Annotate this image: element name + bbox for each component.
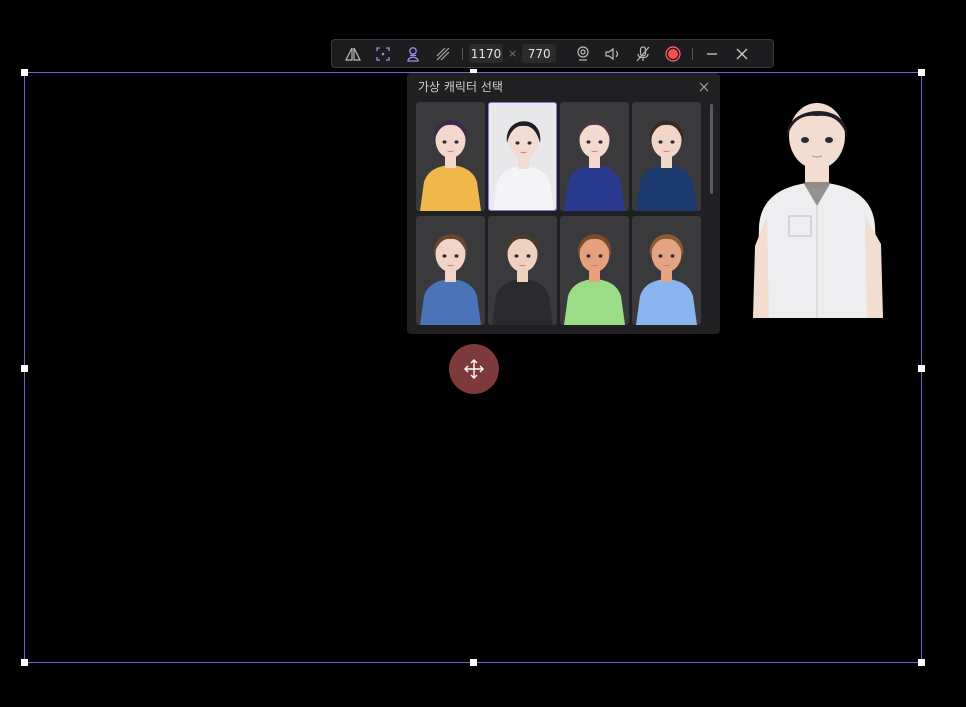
region-button[interactable] xyxy=(368,39,398,68)
resize-handle-top-right[interactable] xyxy=(918,69,925,76)
panel-title: 가상 캐릭터 선택 xyxy=(418,80,503,94)
close-button[interactable] xyxy=(727,39,757,68)
move-button[interactable] xyxy=(449,344,499,394)
close-icon xyxy=(736,48,748,59)
speaker-button[interactable] xyxy=(598,39,628,68)
character-tile-7[interactable] xyxy=(560,216,629,325)
capture-toolbar: 1170 × 770 xyxy=(331,39,774,68)
virtual-character-panel: 가상 캐릭터 선택 xyxy=(407,73,720,334)
character-avatar-icon xyxy=(564,120,625,211)
move-arrows-icon xyxy=(464,359,484,379)
character-avatar-icon xyxy=(564,234,625,325)
resize-handle-bottom[interactable] xyxy=(470,659,477,666)
resize-handle-right[interactable] xyxy=(918,365,925,372)
toolbar-divider xyxy=(462,47,463,60)
minimize-button[interactable] xyxy=(697,39,727,68)
resize-handle-bottom-right[interactable] xyxy=(918,659,925,666)
region-icon xyxy=(376,46,390,61)
character-avatar-icon xyxy=(492,234,553,325)
character-avatar-icon xyxy=(420,234,481,325)
width-input[interactable]: 1170 xyxy=(469,44,503,63)
minimize-icon xyxy=(707,52,718,55)
toolbar-divider xyxy=(692,47,694,60)
height-input[interactable]: 770 xyxy=(522,44,557,63)
resize-handle-top-left[interactable] xyxy=(21,69,28,76)
character-avatar-icon xyxy=(493,121,554,210)
microphone-icon xyxy=(636,45,650,61)
panel-scrollbar[interactable] xyxy=(710,104,713,194)
flip-button[interactable] xyxy=(338,39,368,68)
character-tile-2[interactable] xyxy=(488,102,557,211)
character-tile-6[interactable] xyxy=(488,216,557,325)
panel-header: 가상 캐릭터 선택 xyxy=(407,73,720,100)
hatch-icon xyxy=(436,47,450,60)
character-avatar-icon xyxy=(636,234,697,325)
character-avatar-icon xyxy=(420,120,481,211)
speaker-icon xyxy=(605,47,619,60)
hatch-button[interactable] xyxy=(428,39,458,68)
resize-handle-bottom-left[interactable] xyxy=(21,659,28,666)
character-tile-3[interactable] xyxy=(560,102,629,211)
character-tile-1[interactable] xyxy=(416,102,485,211)
dimension-separator: × xyxy=(508,47,518,60)
character-avatar-icon xyxy=(636,120,697,211)
record-icon xyxy=(665,45,681,62)
character-tile-5[interactable] xyxy=(416,216,485,325)
webcam-button[interactable] xyxy=(568,39,598,68)
character-tile-8[interactable] xyxy=(632,216,701,325)
avatar-preview[interactable] xyxy=(745,96,890,318)
resize-handle-left[interactable] xyxy=(21,365,28,372)
microphone-button[interactable] xyxy=(628,39,658,68)
panel-close-button[interactable] xyxy=(696,79,712,95)
flip-icon xyxy=(345,47,361,61)
virtual-character-icon xyxy=(407,46,419,62)
record-button[interactable] xyxy=(658,39,688,68)
virtual-character-button[interactable] xyxy=(398,39,428,68)
webcam-icon xyxy=(577,46,589,61)
close-icon xyxy=(699,82,709,91)
character-tile-4[interactable] xyxy=(632,102,701,211)
